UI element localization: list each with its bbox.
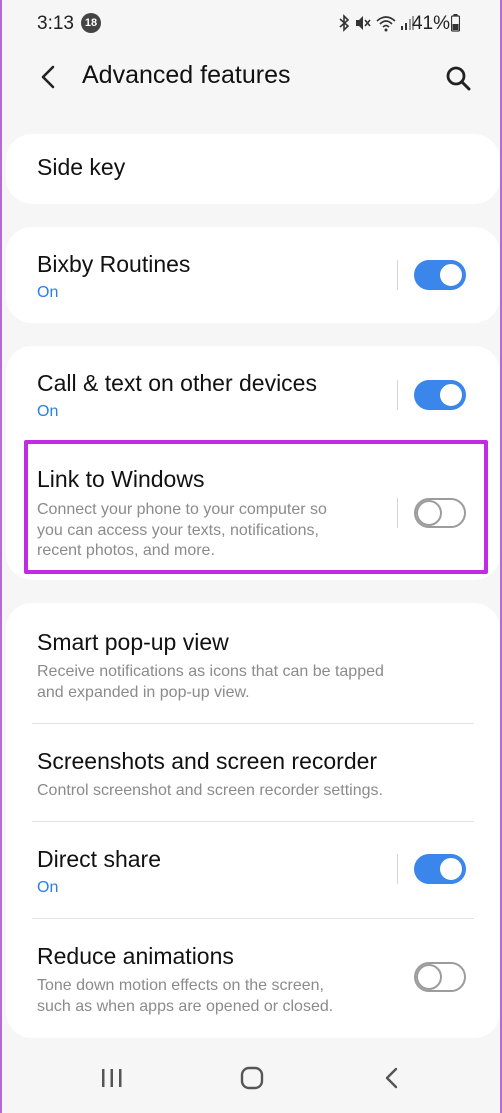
search-icon[interactable] (445, 65, 471, 91)
status-icons (338, 14, 414, 32)
reduce-animations-description: Tone down motion effects on the screen, … (37, 977, 334, 1015)
direct-share-title: Direct share (37, 846, 161, 872)
divider (397, 854, 398, 884)
screenshots-row[interactable]: Screenshots and screen recorder Control … (6, 724, 500, 821)
bixby-routines-card[interactable]: Bixby Routines On (6, 227, 500, 323)
navigation-bar (2, 1048, 500, 1108)
call-text-row[interactable]: Call & text on other devices On (6, 346, 500, 440)
page-title: Advanced features (82, 61, 291, 89)
bixby-routines-toggle[interactable] (414, 260, 466, 290)
direct-share-status: On (37, 879, 59, 896)
bluetooth-icon (339, 14, 350, 32)
highlight-box (24, 440, 488, 574)
side-key-card[interactable]: Side key (6, 134, 500, 204)
call-text-toggle[interactable] (414, 380, 466, 410)
direct-share-row[interactable]: Direct share On (6, 822, 500, 918)
screenshots-title: Screenshots and screen recorder (37, 748, 378, 774)
more-features-card: Smart pop-up view Receive notifications … (6, 603, 500, 1038)
back-arrow-icon[interactable] (38, 64, 58, 90)
app-header: Advanced features (2, 52, 500, 102)
screen: 3:13 18 41% Advanced features Side key B… (0, 0, 502, 1113)
status-bar: 3:13 18 41% (2, 0, 500, 46)
mute-icon (356, 16, 371, 30)
divider (397, 380, 398, 410)
reduce-animations-toggle[interactable] (414, 962, 466, 992)
divider (397, 260, 398, 290)
wifi-icon (376, 16, 396, 32)
battery-percent: 41% (411, 13, 450, 34)
reduce-animations-title: Reduce animations (37, 943, 234, 969)
side-key-title: Side key (37, 154, 126, 180)
bixby-routines-status: On (37, 284, 59, 301)
direct-share-toggle[interactable] (414, 854, 466, 884)
call-text-status: On (37, 403, 59, 420)
screenshots-description: Control screenshot and screen recorder s… (37, 782, 383, 799)
smart-popup-description: Receive notifications as icons that can … (37, 663, 384, 701)
reduce-animations-row[interactable]: Reduce animations Tone down motion effec… (6, 919, 500, 1038)
recents-icon[interactable] (101, 1068, 123, 1088)
home-icon[interactable] (240, 1066, 264, 1090)
smart-popup-row[interactable]: Smart pop-up view Receive notifications … (6, 603, 500, 723)
notification-count-badge: 18 (81, 13, 101, 33)
battery-icon (451, 14, 460, 32)
status-time: 3:13 (37, 13, 74, 34)
smart-popup-title: Smart pop-up view (37, 629, 229, 655)
call-text-title: Call & text on other devices (37, 370, 317, 396)
nav-back-icon[interactable] (383, 1066, 401, 1090)
bixby-routines-title: Bixby Routines (37, 251, 191, 277)
